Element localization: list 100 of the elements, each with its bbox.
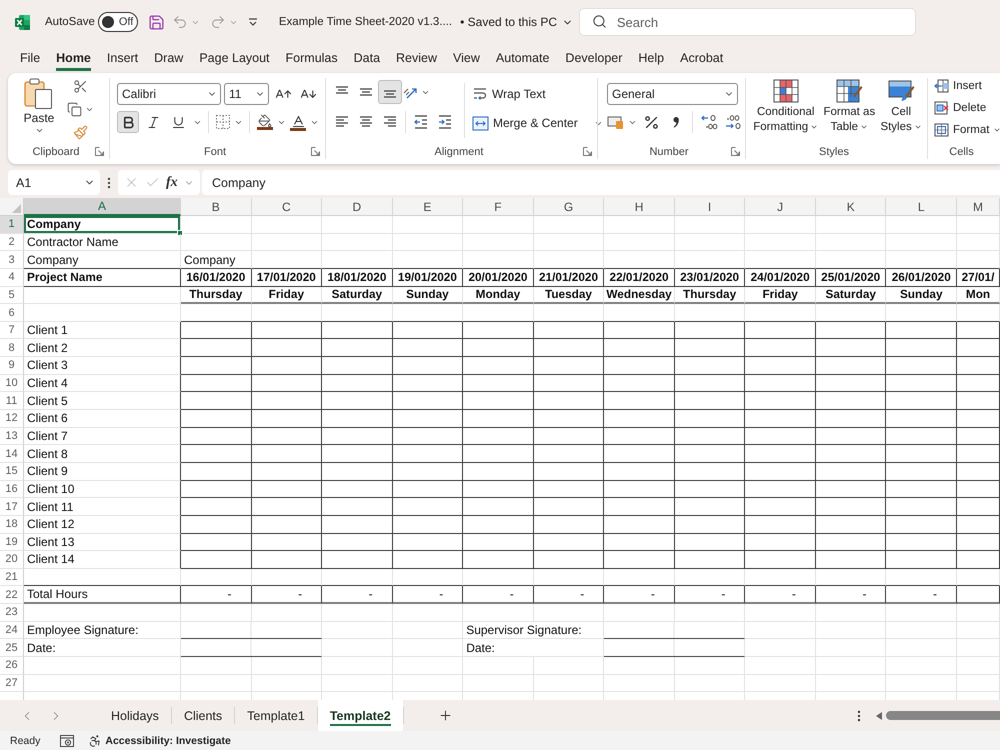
- column-header[interactable]: F: [463, 198, 534, 216]
- column-header[interactable]: A: [24, 198, 181, 216]
- formula-field[interactable]: Company: [202, 170, 1000, 195]
- comma-icon: [671, 114, 681, 130]
- column-header[interactable]: B: [181, 198, 252, 216]
- menu-tab[interactable]: Review: [388, 44, 446, 72]
- row-number[interactable]: 9: [0, 357, 24, 375]
- corner-arrow-icon[interactable]: [583, 147, 592, 156]
- corner-arrow-icon[interactable]: [311, 147, 320, 156]
- sheet-tab[interactable]: Template2: [318, 700, 403, 731]
- cells-button[interactable]: Insert: [934, 75, 1000, 97]
- styles-button[interactable]: Cell Styles: [880, 78, 922, 134]
- row-number[interactable]: 18: [0, 516, 24, 534]
- row-number[interactable]: 1: [0, 216, 24, 234]
- row-number[interactable]: 3: [0, 251, 24, 269]
- empty-cell: [181, 674, 252, 692]
- sheet-tab[interactable]: Holidays: [99, 700, 171, 731]
- column-header[interactable]: H: [604, 198, 675, 216]
- scroll-left-icon[interactable]: [876, 712, 882, 720]
- row-number[interactable]: 22: [0, 586, 24, 604]
- row-number[interactable]: 25: [0, 639, 24, 658]
- column-header[interactable]: G: [534, 198, 604, 216]
- row-number[interactable]: 10: [0, 374, 24, 392]
- autosave-toggle[interactable]: Off: [98, 12, 138, 32]
- spreadsheet-logo-icon[interactable]: [14, 14, 31, 30]
- menu-tab[interactable]: File: [12, 44, 48, 72]
- font-size-dropdown[interactable]: 11: [224, 83, 269, 105]
- row-number[interactable]: 24: [0, 622, 24, 640]
- column-header[interactable]: C: [252, 198, 322, 216]
- row-number[interactable]: 15: [0, 462, 24, 481]
- row-number[interactable]: 27: [0, 674, 24, 692]
- row-number[interactable]: 6: [0, 304, 24, 322]
- header-cell: 18/01/2020: [322, 268, 393, 287]
- search-field[interactable]: Search: [578, 8, 916, 36]
- empty-cell: [181, 445, 252, 463]
- menu-tab[interactable]: Insert: [98, 44, 146, 72]
- empty-cell: [534, 428, 604, 446]
- row-number[interactable]: 5: [0, 286, 24, 304]
- accessibility-status[interactable]: Accessibility: Investigate: [105, 734, 231, 746]
- styles-button[interactable]: Format as Table: [823, 78, 876, 134]
- corner-arrow-icon[interactable]: [731, 147, 740, 156]
- bold-button[interactable]: [117, 111, 139, 133]
- row-number[interactable]: 4: [0, 268, 24, 287]
- empty-cell: [322, 445, 393, 463]
- row-number[interactable]: 8: [0, 339, 24, 358]
- font-name-dropdown[interactable]: Calibri: [117, 83, 221, 105]
- vertical-align-button[interactable]: [378, 80, 402, 104]
- menu-tab[interactable]: Draw: [146, 44, 192, 72]
- row-number[interactable]: 16: [0, 480, 24, 498]
- column-header[interactable]: M: [957, 198, 1000, 216]
- menu-tab[interactable]: Help: [630, 44, 672, 72]
- corner-arrow-icon[interactable]: [95, 147, 104, 156]
- menu-tab[interactable]: View: [445, 44, 488, 72]
- menu-tab[interactable]: Data: [346, 44, 388, 72]
- row-number[interactable]: 26: [0, 657, 24, 675]
- fill-handle[interactable]: [177, 230, 183, 236]
- column-header[interactable]: D: [322, 198, 393, 216]
- row-number[interactable]: 11: [0, 392, 24, 410]
- sheet-tab[interactable]: Clients: [172, 700, 234, 731]
- save-button[interactable]: [148, 14, 165, 30]
- number-format-dropdown[interactable]: General: [607, 83, 738, 105]
- row-number[interactable]: 13: [0, 428, 24, 446]
- row-number[interactable]: 21: [0, 568, 24, 586]
- empty-cell: [392, 604, 464, 622]
- wrap-text-button[interactable]: Wrap Text: [472, 82, 603, 106]
- menu-tab[interactable]: Page Layout: [191, 44, 278, 72]
- menu-tab[interactable]: Developer: [557, 44, 630, 72]
- styles-button[interactable]: Conditional Formatting: [753, 78, 818, 134]
- column-header[interactable]: I: [674, 198, 746, 216]
- insert-function-button[interactable]: fx: [166, 174, 178, 190]
- row-number[interactable]: 14: [0, 445, 24, 463]
- row-number[interactable]: 20: [0, 551, 24, 569]
- menu-tab[interactable]: Acrobat: [672, 44, 732, 72]
- column-header[interactable]: E: [392, 198, 464, 216]
- row-number[interactable]: 23: [0, 604, 24, 622]
- cells-button[interactable]: Delete: [934, 97, 1000, 119]
- accessibility-icon[interactable]: [88, 734, 102, 748]
- empty-cell: [745, 604, 816, 622]
- merge-center-button[interactable]: Merge & Center: [472, 111, 603, 135]
- empty-cell: [392, 480, 464, 498]
- column-header[interactable]: J: [745, 198, 816, 216]
- column-header[interactable]: L: [886, 198, 958, 216]
- scrollbar-thumb[interactable]: [886, 711, 1000, 720]
- name-box[interactable]: A1: [8, 170, 100, 195]
- row-number[interactable]: 19: [0, 534, 24, 552]
- bar-chevron-icon[interactable]: [248, 17, 258, 27]
- row-number[interactable]: 2: [0, 234, 24, 252]
- menu-tab[interactable]: Formulas: [278, 44, 346, 72]
- save-status-button[interactable]: • Saved to this PC: [460, 15, 574, 29]
- menu-tab[interactable]: Automate: [488, 44, 558, 72]
- row-number[interactable]: 7: [0, 322, 24, 340]
- row-number[interactable]: 12: [0, 410, 24, 428]
- group-label: Cells: [949, 146, 974, 158]
- sheet-tab[interactable]: Template1: [235, 700, 317, 731]
- column-header[interactable]: K: [816, 198, 886, 216]
- cells-button[interactable]: Format: [934, 119, 1000, 141]
- record-icon[interactable]: [60, 734, 74, 746]
- empty-cell: [745, 339, 816, 358]
- paste-button[interactable]: Paste: [22, 78, 56, 143]
- row-number[interactable]: 17: [0, 498, 24, 516]
